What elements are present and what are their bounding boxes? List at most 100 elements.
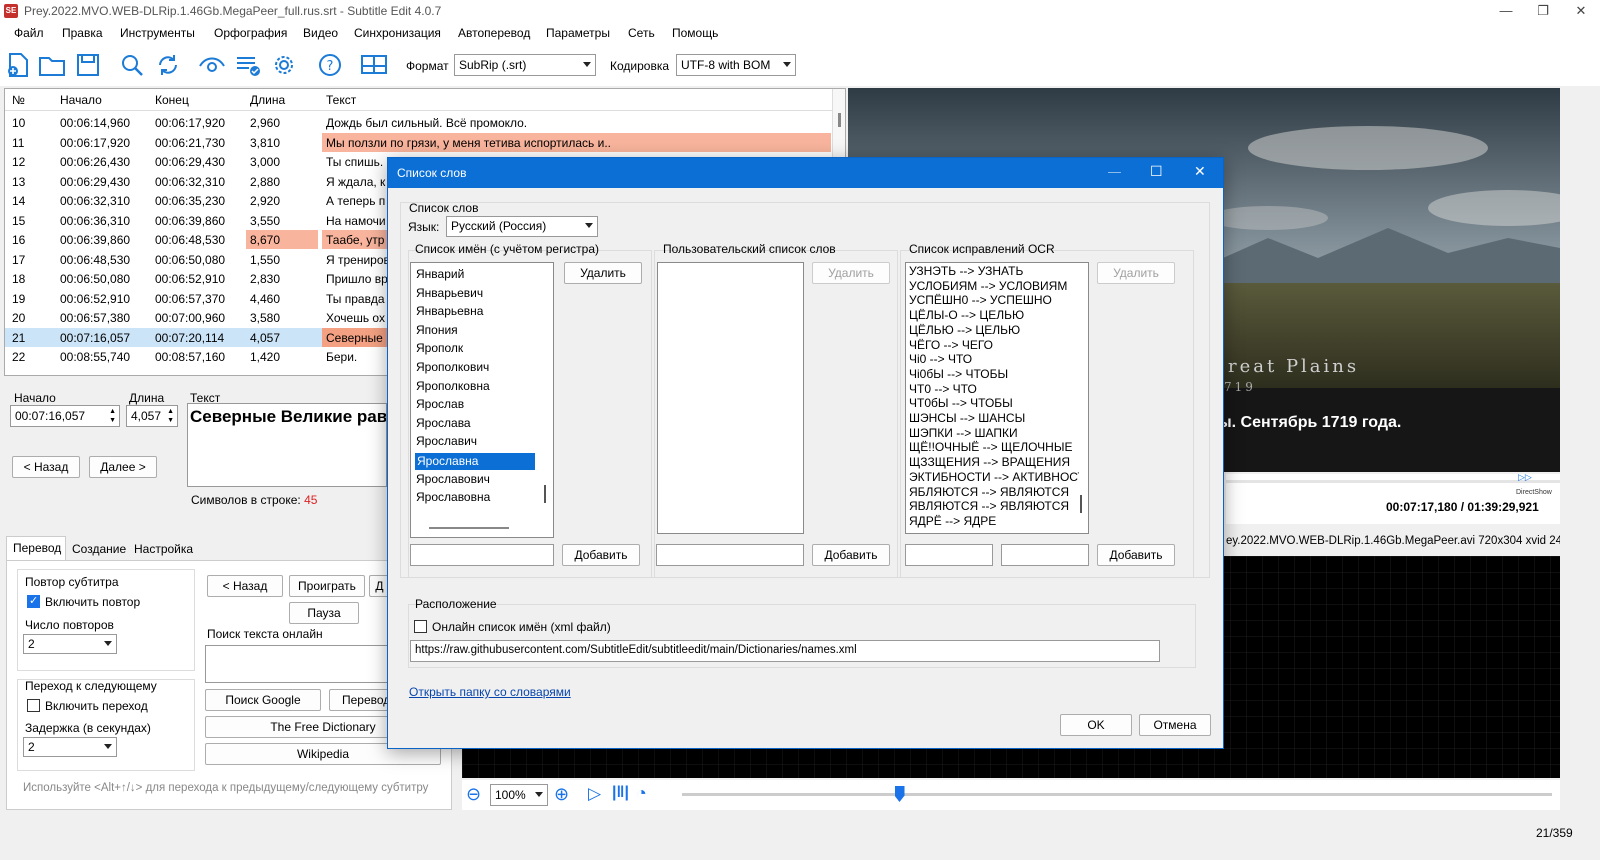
col-text[interactable]: Текст (326, 93, 356, 107)
list-item[interactable]: Январьевич (416, 286, 483, 300)
user-words-listbox[interactable] (657, 262, 804, 534)
list-item[interactable]: ЯВЛЯЮТСЯ --> ЯВЛЯЮТСЯ (909, 499, 1079, 513)
fast-forward-icon[interactable]: ▷▷ (1518, 472, 1532, 483)
duration-input[interactable]: 4,057 ▲ ▼ (126, 405, 178, 427)
ocr-scroll-thumb[interactable] (1080, 495, 1082, 513)
help-icon[interactable]: ? (316, 52, 344, 78)
list-item[interactable]: Ярослава (416, 416, 471, 430)
ocr-to-input[interactable] (1001, 544, 1089, 566)
visual-sync-icon[interactable] (198, 52, 226, 78)
col-number[interactable]: № (12, 93, 25, 107)
table-row[interactable]: 10 00:06:14,960 00:06:17,920 2,960 Дождь был… (5, 113, 831, 133)
list-item[interactable]: ЯБЛЯЮТСЯ --> ЯВЛЯЮТСЯ (909, 485, 1079, 499)
names-delete-button[interactable]: Удалить (564, 262, 642, 284)
list-item[interactable]: УСЛОБИЯМ --> УСЛОВИЯМ (909, 279, 1079, 293)
menu-video[interactable]: Видео (303, 26, 338, 40)
tab-create[interactable]: Создание (72, 542, 126, 556)
prev-button[interactable]: < Назад (12, 456, 80, 478)
playback-slider[interactable] (682, 786, 1552, 802)
list-item[interactable]: Январий (416, 267, 464, 281)
encoding-select[interactable]: UTF-8 with BOM (676, 54, 796, 76)
ok-button[interactable]: OK (1060, 714, 1132, 736)
open-folder-icon[interactable] (38, 52, 66, 78)
col-duration[interactable]: Длина (250, 93, 285, 107)
dialog-minimize-icon[interactable]: — (1108, 164, 1121, 179)
list-item[interactable]: ЩЁ!!ОЧНЫЁ --> ЩЕЛОЧНЫЕ (909, 440, 1079, 454)
search-online-input[interactable] (205, 645, 395, 683)
col-end[interactable]: Конец (155, 93, 189, 107)
zoom-select[interactable]: 100% (490, 784, 548, 806)
seek-bar[interactable] (1226, 480, 1560, 483)
cancel-button[interactable]: Отмена (1139, 714, 1211, 736)
close-icon[interactable]: ✕ (1558, 0, 1600, 22)
list-item[interactable]: Январьевна (416, 304, 483, 318)
user-words-add-button[interactable]: Добавить (812, 544, 890, 566)
spinner-icon[interactable]: ▲ ▼ (109, 407, 116, 425)
play-icon[interactable]: ▷ (588, 784, 601, 804)
list-item[interactable]: УЗНЭТЬ --> УЗНАТЬ (909, 264, 1079, 278)
save-icon[interactable] (74, 52, 102, 78)
list-item[interactable]: ЧТ0 --> ЧТО (909, 382, 1079, 396)
ocr-add-button[interactable]: Добавить (1097, 544, 1175, 566)
list-item[interactable]: УСПЁШН0 --> УСПЕШНО (909, 293, 1079, 307)
speed-icon[interactable]: ◔ (636, 783, 647, 804)
menu-sync[interactable]: Синхронизация (354, 26, 441, 40)
format-select[interactable]: SubRip (.srt) (454, 54, 596, 76)
table-row[interactable]: 11 00:06:17,920 00:06:21,730 3,810 Мы ползли… (5, 132, 831, 153)
find-icon[interactable] (118, 52, 146, 78)
names-scroll-thumb[interactable] (544, 485, 546, 503)
next-enable-checkbox[interactable] (27, 699, 40, 712)
list-item[interactable]: Ярополк (416, 341, 463, 355)
list-item[interactable]: Ярославович (416, 472, 490, 486)
list-item[interactable]: ЯДРЁ --> ЯДРЕ (909, 514, 1079, 528)
names-add-input[interactable] (410, 544, 554, 566)
list-item[interactable]: Ярополкович (416, 360, 489, 374)
repeat-count-select[interactable]: 2 (23, 634, 117, 654)
next-button[interactable]: Далее > (89, 456, 157, 478)
repeat-enable-checkbox[interactable] (27, 594, 40, 608)
translate-back-button[interactable]: < Назад (207, 575, 283, 597)
tab-adjust[interactable]: Настройка (134, 542, 193, 556)
ocr-delete-button[interactable]: Удалить (1097, 262, 1175, 284)
ocr-listbox[interactable]: УЗНЭТЬ --> УЗНАТЬ УСЛОБИЯМ --> УСЛОВИЯМ УС… (905, 262, 1089, 534)
pause-button[interactable]: Пауза (289, 602, 359, 624)
play-button[interactable]: Проиграть (289, 575, 365, 597)
settings-icon[interactable] (270, 52, 298, 78)
list-item[interactable]: Ярославна (415, 453, 535, 470)
subtitle-text-box[interactable]: Северные Великие равн (187, 403, 387, 487)
list-item[interactable]: Чi0бЫ --> ЧТОБЫ (909, 367, 1079, 381)
list-item[interactable]: Япония (416, 323, 458, 337)
menu-spelling[interactable]: Орфография (214, 26, 287, 40)
menu-file[interactable]: Файл (14, 26, 44, 40)
spinner-icon[interactable]: ▲ ▼ (167, 407, 174, 425)
names-add-button[interactable]: Добавить (562, 544, 640, 566)
names-listbox[interactable]: Январий Январьевич Январьевна Япония Ярополк… (410, 262, 554, 538)
menu-options[interactable]: Параметры (546, 26, 610, 40)
names-hscroll-thumb[interactable] (429, 527, 509, 529)
translate-next-button[interactable]: Д (369, 575, 389, 597)
playback-slider-thumb[interactable] (894, 786, 905, 802)
menu-autotranslate[interactable]: Автоперевод (458, 26, 530, 40)
user-words-add-input[interactable] (656, 544, 804, 566)
list-item[interactable]: ЩЗЗЩЕНИЯ --> ВРАЩЕНИЯ (909, 455, 1079, 469)
user-words-delete-button[interactable]: Удалить (812, 262, 890, 284)
new-file-icon[interactable] (4, 52, 32, 78)
spell-check-icon[interactable] (234, 52, 262, 78)
dialog-close-icon[interactable]: ✕ (1194, 163, 1206, 180)
start-time-input[interactable]: 00:07:16,057 ▲ ▼ (10, 405, 120, 427)
google-search-button[interactable]: Поиск Google (205, 689, 321, 711)
list-item[interactable]: ЦЁЛЬЮ --> ЦЕЛЬЮ (909, 323, 1079, 337)
language-select[interactable]: Русский (Россия) (446, 216, 598, 237)
menu-help[interactable]: Помощь (672, 26, 718, 40)
list-item[interactable]: ШЭПКИ --> ШАПКИ (909, 426, 1079, 440)
list-item[interactable]: Чi0 --> ЧТО (909, 352, 1079, 366)
google-translate-button[interactable]: Перевод (329, 689, 395, 711)
zoom-in-icon[interactable]: ⊕ (554, 784, 569, 805)
list-item[interactable]: Ярополковна (416, 379, 490, 393)
menu-tools[interactable]: Инструменты (120, 26, 195, 40)
list-item[interactable]: ЧТ0бЫ --> ЧТОБЫ (909, 396, 1079, 410)
menu-edit[interactable]: Правка (62, 26, 103, 40)
ocr-from-input[interactable] (905, 544, 993, 566)
grid-scroll-thumb[interactable] (838, 113, 841, 127)
online-names-checkbox[interactable] (414, 620, 427, 633)
